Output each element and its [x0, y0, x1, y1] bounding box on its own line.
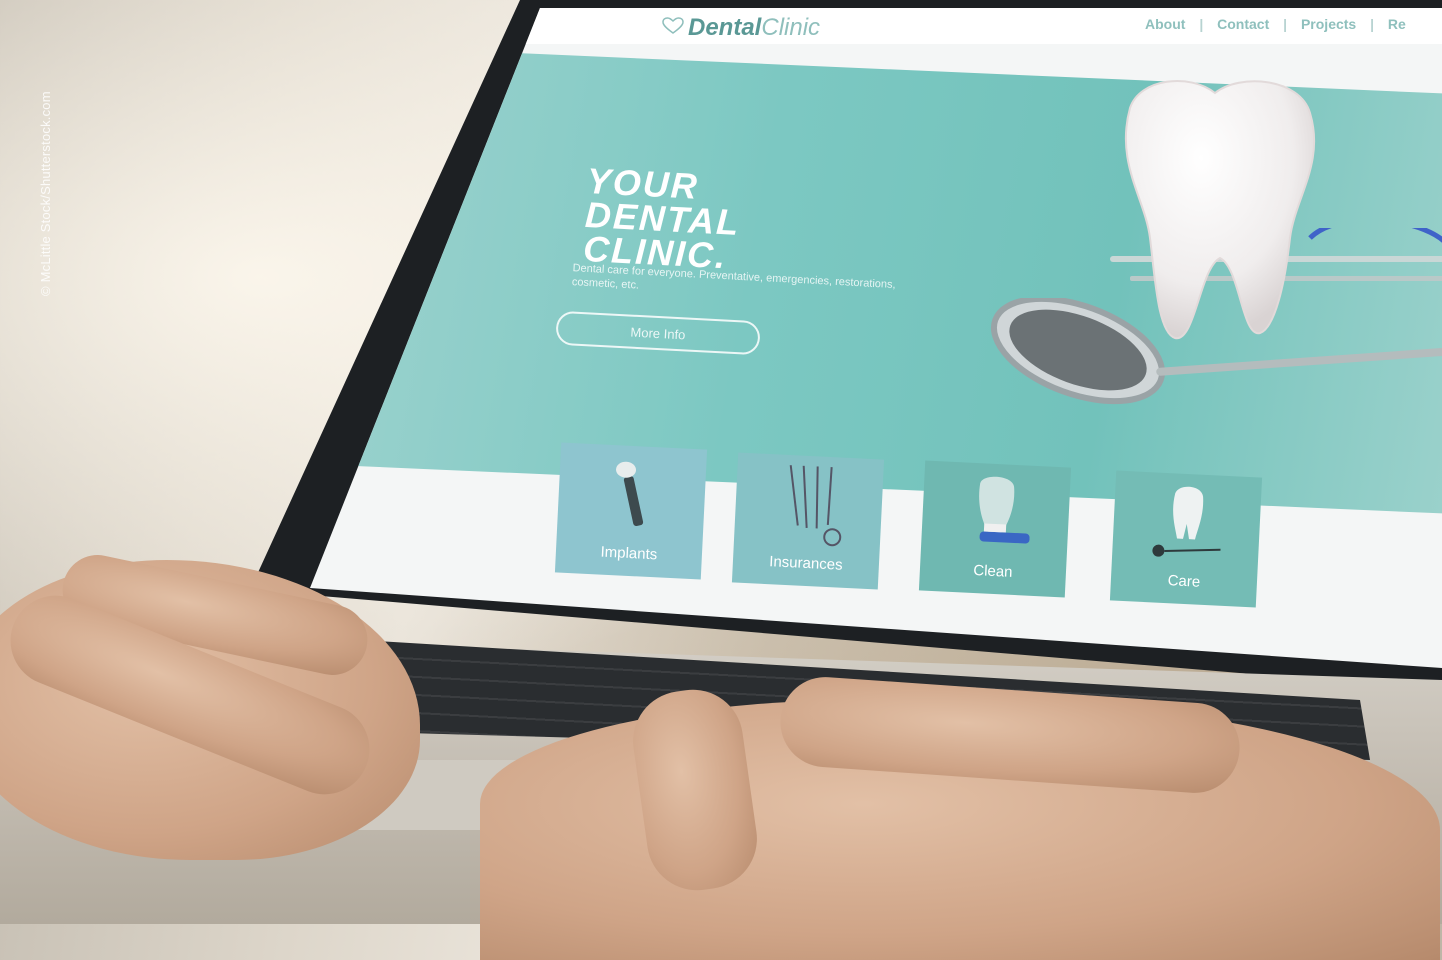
tooth-mirror-icon [1152, 486, 1221, 557]
implant-icon [616, 461, 644, 527]
tile-label: Insurances [768, 553, 843, 574]
hero-title: YOUR DENTAL CLINIC. [582, 160, 742, 276]
tools-icon [789, 464, 842, 547]
tile-insurances[interactable]: Insurances [731, 452, 885, 590]
tile-label: Clean [972, 562, 1013, 581]
tile-care[interactable]: Care [1109, 470, 1263, 608]
tile-implants[interactable]: Implants [554, 442, 708, 580]
tile-clean[interactable]: Clean [918, 460, 1072, 598]
tile-label: Care [1167, 572, 1201, 591]
toothbrush-icon [979, 476, 1030, 544]
photo-credit: © McLittle Stock/Shutterstock.com [38, 91, 53, 296]
tile-label: Implants [600, 543, 658, 564]
